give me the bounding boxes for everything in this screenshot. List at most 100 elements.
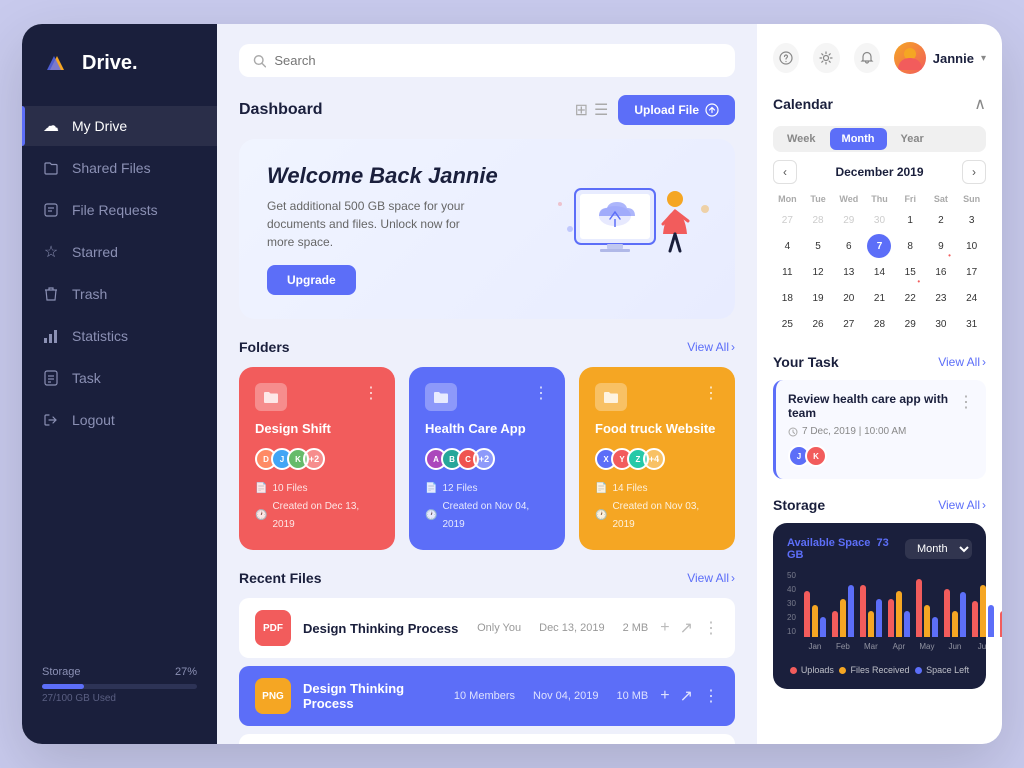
cal-day-header-mon: Mon [773, 192, 802, 206]
settings-icon-btn[interactable] [813, 43, 839, 73]
task-assignees: J K [788, 445, 974, 467]
cal-tab-month[interactable]: Month [830, 128, 887, 150]
cal-day[interactable]: 12 [806, 260, 830, 284]
cal-tab-year[interactable]: Year [889, 128, 936, 150]
file-more-btn[interactable]: ⋮ [703, 686, 719, 706]
folder-created: 🕐Created on Nov 04, 2019 [425, 498, 549, 534]
cal-day[interactable]: 28 [867, 312, 891, 336]
dashboard-actions: ⊞ ☰ Upload File [575, 95, 735, 125]
sidebar-item-shared-files[interactable]: Shared Files [22, 148, 217, 188]
cal-day[interactable]: 29 [898, 312, 922, 336]
file-add-btn[interactable]: + [660, 619, 669, 637]
yaxis-50: 50 [787, 571, 796, 580]
folder-meta: 📄10 Files 🕐Created on Dec 13, 2019 [255, 480, 379, 534]
folder-icon [425, 383, 457, 411]
sidebar-item-trash[interactable]: Trash [22, 274, 217, 314]
cal-day[interactable]: 29 [837, 208, 861, 232]
folder-card-health-care[interactable]: ⋮ Health Care App A B C +2 📄12 Files [409, 367, 565, 550]
cal-day[interactable]: 16 [929, 260, 953, 284]
notification-icon-btn[interactable] [854, 43, 880, 73]
cal-day[interactable]: 18 [775, 286, 799, 310]
file-add-btn[interactable]: + [660, 687, 669, 705]
cal-day[interactable]: 22 [898, 286, 922, 310]
cal-day[interactable]: 28 [806, 208, 830, 232]
task-card[interactable]: Review health care app with team ⋮ 7 Dec… [773, 380, 986, 479]
cal-day[interactable]: 9 [929, 234, 953, 258]
cal-day[interactable]: 23 [929, 286, 953, 310]
cal-day[interactable]: 30 [867, 208, 891, 232]
cal-day[interactable]: 6 [837, 234, 861, 258]
cal-day[interactable]: 27 [837, 312, 861, 336]
grid-view-btn[interactable]: ⊞ [575, 100, 588, 120]
bar-space [876, 599, 882, 637]
app-name: Drive. [82, 52, 138, 75]
yaxis-10: 10 [787, 627, 796, 636]
file-share-btn[interactable]: ↗ [680, 618, 693, 638]
file-actions: + ↗ ⋮ [660, 686, 719, 706]
bell-icon [860, 51, 874, 65]
folder-name: Health Care App [425, 421, 549, 436]
cal-day[interactable]: 26 [806, 312, 830, 336]
sidebar-item-logout[interactable]: Logout [22, 400, 217, 440]
cal-tab-week[interactable]: Week [775, 128, 828, 150]
cal-day[interactable]: 2 [929, 208, 953, 232]
task-view-all[interactable]: View All › [938, 355, 986, 369]
folder-menu-btn[interactable]: ⋮ [703, 383, 719, 403]
sidebar-item-starred[interactable]: ☆ Starred [22, 232, 217, 272]
sidebar-item-file-requests[interactable]: File Requests [22, 190, 217, 230]
cal-day[interactable]: 27 [775, 208, 799, 232]
cal-day[interactable]: 14 [867, 260, 891, 284]
recent-files-view-all[interactable]: View All › [687, 571, 735, 585]
cal-day[interactable]: 31 [960, 312, 984, 336]
sidebar-item-my-drive[interactable]: ☁ My Drive [22, 106, 217, 146]
bar-space [932, 617, 938, 637]
cal-day-today[interactable]: 7 [867, 234, 891, 258]
cal-day[interactable]: 5 [806, 234, 830, 258]
cal-day[interactable]: 13 [837, 260, 861, 284]
cal-day[interactable]: 15 [898, 260, 922, 284]
user-chip[interactable]: Jannie ▾ [894, 42, 986, 74]
file-more-btn[interactable]: ⋮ [703, 618, 719, 638]
cal-day[interactable]: 1 [898, 208, 922, 232]
cal-day[interactable]: 10 [960, 234, 984, 258]
chart-col-may: May [916, 572, 938, 651]
cal-day[interactable]: 24 [960, 286, 984, 310]
cal-day[interactable]: 3 [960, 208, 984, 232]
folders-view-all[interactable]: View All › [687, 340, 735, 354]
list-view-btn[interactable]: ☰ [594, 100, 608, 120]
storage-bar-fill [42, 684, 84, 689]
clock-icon [788, 427, 798, 437]
upgrade-button[interactable]: Upgrade [267, 265, 356, 295]
help-icon-btn[interactable] [773, 43, 799, 73]
cal-day[interactable]: 19 [806, 286, 830, 310]
cal-day[interactable]: 21 [867, 286, 891, 310]
cal-day[interactable]: 4 [775, 234, 799, 258]
task-more-btn[interactable]: ⋮ [958, 392, 974, 412]
storage-used-text: 27/100 GB Used [42, 693, 197, 704]
sidebar-item-statistics[interactable]: Statistics [22, 316, 217, 356]
cal-day[interactable]: 8 [898, 234, 922, 258]
cal-day[interactable]: 30 [929, 312, 953, 336]
file-share-btn[interactable]: ↗ [680, 686, 693, 706]
folder-menu-btn[interactable]: ⋮ [533, 383, 549, 403]
folder-menu-btn[interactable]: ⋮ [363, 383, 379, 403]
calendar-collapse-btn[interactable]: ∧ [974, 94, 986, 114]
cal-day[interactable]: 20 [837, 286, 861, 310]
folder-card-food-truck[interactable]: ⋮ Food truck Website X Y Z +4 📄14 Files [579, 367, 735, 550]
cal-next-btn[interactable]: › [962, 160, 986, 184]
upload-file-button[interactable]: Upload File [618, 95, 735, 125]
storage-period-select[interactable]: Month Week Year [905, 539, 972, 559]
chart-bars [944, 572, 966, 637]
calendar-title: Calendar [773, 96, 833, 112]
chart-bars [860, 572, 882, 637]
storage-view-all[interactable]: View All › [938, 498, 986, 512]
view-icons: ⊞ ☰ [575, 100, 609, 120]
cal-day[interactable]: 25 [775, 312, 799, 336]
cal-day[interactable]: 17 [960, 260, 984, 284]
cal-prev-btn[interactable]: ‹ [773, 160, 797, 184]
cal-day[interactable]: 11 [775, 260, 799, 284]
sidebar-item-task[interactable]: Task [22, 358, 217, 398]
search-input[interactable] [274, 53, 721, 68]
folder-card-design-shift[interactable]: ⋮ Design Shift D J K +2 📄10 Files [239, 367, 395, 550]
chart-col-apr: Apr [888, 572, 910, 651]
